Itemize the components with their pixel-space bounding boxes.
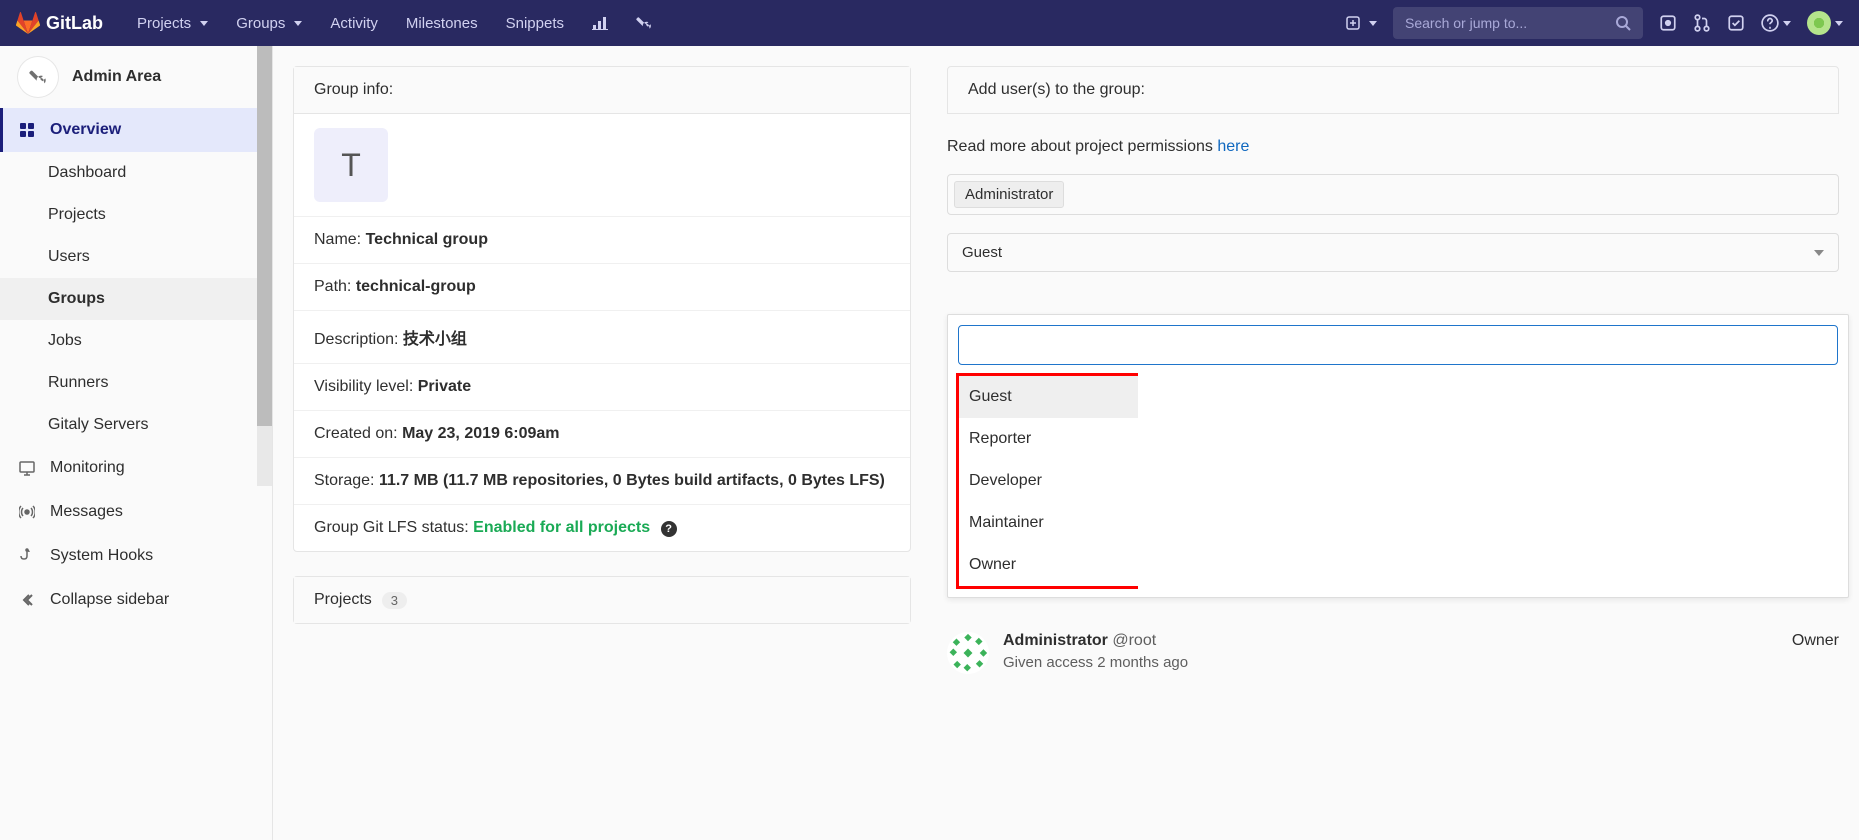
sidebar-item-hooks[interactable]: System Hooks [0, 534, 272, 578]
sidebar-label: Monitoring [50, 459, 125, 477]
user-menu[interactable] [1807, 11, 1843, 35]
nav-activity[interactable]: Activity [316, 0, 392, 46]
merge-requests-icon[interactable] [1693, 14, 1711, 32]
projects-panel: Projects 3 [293, 576, 911, 624]
role-option-developer[interactable]: Developer [959, 460, 1138, 502]
avatar [1807, 11, 1831, 35]
todos-icon[interactable] [1727, 14, 1745, 32]
sidebar-label: Overview [50, 121, 121, 139]
add-users-panel: Add user(s) to the group: Read more abou… [947, 66, 1839, 272]
group-visibility-row: Visibility level: Private [294, 363, 910, 410]
brand-text: GitLab [46, 13, 103, 34]
sidebar-item-dashboard[interactable]: Dashboard [0, 152, 272, 194]
search-icon [1615, 15, 1631, 31]
panel-title: Group info: [294, 67, 910, 114]
group-lfs-row: Group Git LFS status: Enabled for all pr… [294, 504, 910, 551]
role-option-guest[interactable]: Guest [959, 376, 1138, 418]
sidebar-item-users[interactable]: Users [0, 236, 272, 278]
permissions-text: Read more about project permissions here [947, 132, 1839, 174]
permissions-link[interactable]: here [1217, 138, 1249, 155]
group-name-row: Name: Technical group [294, 216, 910, 263]
sidebar: Admin Area Overview Dashboard Projects U… [0, 46, 273, 840]
projects-title: Projects [314, 591, 372, 609]
top-navbar: GitLab Projects Groups Activity Mileston… [0, 0, 1859, 46]
collapse-icon [18, 592, 36, 608]
scrollbar[interactable] [257, 46, 272, 486]
search-input[interactable] [1405, 15, 1615, 31]
sidebar-title: Admin Area [72, 68, 161, 86]
gitlab-logo[interactable]: GitLab [16, 11, 103, 35]
role-option-maintainer[interactable]: Maintainer [959, 502, 1138, 544]
member-avatar [947, 632, 989, 674]
sidebar-label: System Hooks [50, 547, 153, 565]
gitlab-icon [16, 11, 40, 35]
nav-snippets[interactable]: Snippets [492, 0, 578, 46]
projects-count: 3 [382, 592, 407, 609]
add-users-title: Add user(s) to the group: [947, 66, 1839, 114]
chevron-down-icon [1814, 250, 1824, 256]
monitor-icon [18, 460, 36, 476]
member-role: Owner [1792, 632, 1839, 650]
sidebar-collapse[interactable]: Collapse sidebar [0, 578, 272, 622]
role-option-reporter[interactable]: Reporter [959, 418, 1138, 460]
role-dropdown: Guest Reporter Developer Maintainer Owne… [947, 314, 1849, 598]
role-select[interactable]: Guest [947, 233, 1839, 272]
user-chip[interactable]: Administrator [954, 181, 1064, 208]
sidebar-label: Messages [50, 503, 123, 521]
broadcast-icon [18, 504, 36, 520]
group-created-row: Created on: May 23, 2019 6:09am [294, 410, 910, 457]
user-select-input[interactable]: Administrator [947, 174, 1839, 215]
role-selected-value: Guest [962, 244, 1002, 261]
group-avatar: T [314, 128, 388, 202]
sidebar-item-groups[interactable]: Groups [0, 278, 272, 320]
sidebar-item-gitaly[interactable]: Gitaly Servers [0, 404, 272, 446]
lfs-status-link[interactable]: Enabled for all projects [473, 519, 650, 536]
member-name[interactable]: Administrator @root [1003, 632, 1188, 650]
role-option-owner[interactable]: Owner [959, 544, 1138, 586]
role-options-highlight-box: Guest Reporter Developer Maintainer Owne… [956, 373, 1138, 589]
hook-icon [18, 548, 36, 564]
nav-milestones[interactable]: Milestones [392, 0, 492, 46]
group-desc-row: Description: 技术小组 [294, 310, 910, 363]
overview-icon [18, 122, 36, 138]
sidebar-item-messages[interactable]: Messages [0, 490, 272, 534]
sidebar-item-overview[interactable]: Overview [0, 108, 272, 152]
sidebar-label: Collapse sidebar [50, 591, 169, 609]
nav-projects[interactable]: Projects [123, 0, 222, 46]
top-right [1345, 7, 1843, 39]
sidebar-item-projects[interactable]: Projects [0, 194, 272, 236]
sidebar-nav: Overview Dashboard Projects Users Groups… [0, 108, 272, 840]
existing-member-row: Administrator @root Given access 2 month… [947, 632, 1839, 674]
group-info-panel: Group info: T Name: Technical group Path… [293, 66, 911, 552]
search-box[interactable] [1393, 7, 1643, 39]
member-access-text: Given access 2 months ago [1003, 654, 1188, 671]
wrench-icon [18, 57, 58, 97]
nav-links: Projects Groups Activity Milestones Snip… [123, 0, 666, 46]
help-dropdown[interactable] [1761, 14, 1791, 32]
sidebar-item-jobs[interactable]: Jobs [0, 320, 272, 362]
new-dropdown[interactable] [1345, 15, 1377, 31]
nav-wrench-icon[interactable] [622, 0, 666, 46]
group-path-row: Path: technical-group [294, 263, 910, 310]
group-storage-row: Storage: 11.7 MB (11.7 MB repositories, … [294, 457, 910, 504]
sidebar-header[interactable]: Admin Area [0, 46, 272, 108]
group-avatar-row: T [294, 114, 910, 216]
nav-chart-icon[interactable] [578, 0, 622, 46]
role-dropdown-search[interactable] [958, 325, 1838, 365]
sidebar-item-monitoring[interactable]: Monitoring [0, 446, 272, 490]
help-icon[interactable]: ? [661, 521, 677, 537]
sidebar-item-runners[interactable]: Runners [0, 362, 272, 404]
nav-groups[interactable]: Groups [222, 0, 316, 46]
main-content: Group info: T Name: Technical group Path… [273, 46, 1859, 840]
issues-icon[interactable] [1659, 14, 1677, 32]
